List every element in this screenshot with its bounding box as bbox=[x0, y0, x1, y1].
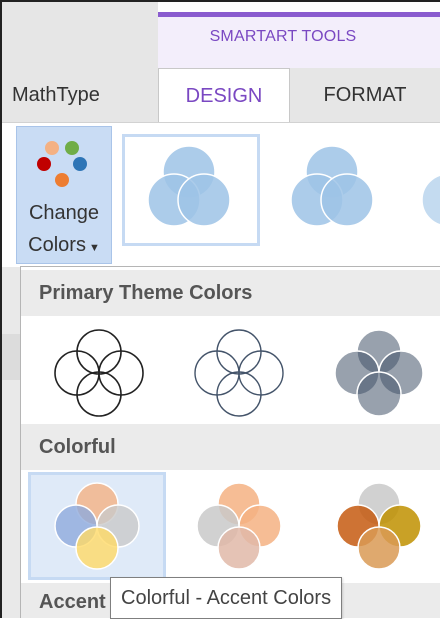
title-bar-area bbox=[0, 0, 158, 68]
color-option-primary-outline-slate[interactable] bbox=[170, 318, 308, 424]
document-edge-band bbox=[0, 334, 20, 380]
tab-design[interactable]: DESIGN bbox=[158, 68, 290, 124]
style-gallery-item bbox=[421, 174, 440, 226]
style-gallery-item bbox=[290, 145, 374, 227]
tab-mathtype[interactable]: MathType bbox=[0, 68, 150, 122]
color-option-primary-filled-slate[interactable] bbox=[310, 318, 440, 424]
document-edge bbox=[0, 267, 21, 618]
chevron-down-icon: ▼ bbox=[88, 242, 100, 254]
change-colors-label: Change bbox=[28, 202, 100, 224]
tooltip: Colorful - Accent Colors bbox=[110, 577, 343, 619]
color-option-colorful-accent-colors[interactable] bbox=[28, 474, 166, 580]
section-header-colorful: Colorful bbox=[21, 424, 440, 470]
color-option-colorful-range-2[interactable] bbox=[170, 474, 308, 580]
smartart-style-gallery[interactable] bbox=[118, 128, 440, 246]
color-option-primary-outline-dark[interactable] bbox=[30, 318, 168, 424]
tab-format[interactable]: FORMAT bbox=[290, 68, 440, 122]
palette-dots-icon bbox=[37, 141, 87, 187]
style-gallery-item bbox=[147, 145, 231, 227]
section-header-primary-theme-colors: Primary Theme Colors bbox=[21, 270, 440, 316]
color-option-colorful-range-3[interactable] bbox=[310, 474, 440, 580]
change-colors-label: Colors ▼ bbox=[28, 234, 100, 256]
smartart-tools-label: SMARTART TOOLS bbox=[209, 28, 357, 45]
